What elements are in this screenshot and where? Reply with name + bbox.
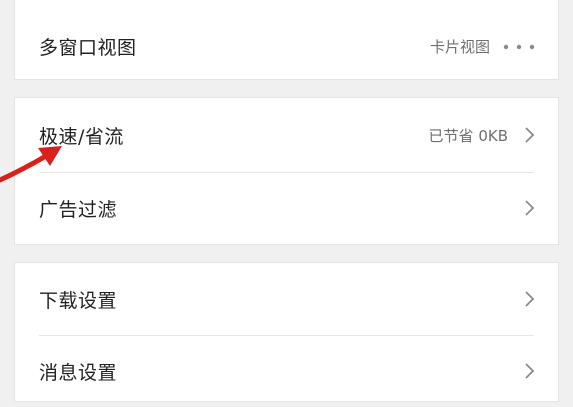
download-settings-label: 下载设置 [39, 289, 118, 312]
chevron-right-icon [525, 363, 535, 379]
multi-window-view-row[interactable]: 多窗口视图 卡片视图 [15, 0, 558, 81]
settings-group-system: 下载设置 消息设置 [14, 262, 559, 402]
message-settings-row[interactable]: 消息设置 [15, 335, 558, 407]
chevron-right-icon [525, 291, 535, 307]
chevron-right-icon [525, 200, 535, 216]
download-settings-row[interactable]: 下载设置 [15, 263, 558, 335]
settings-group-view: 多窗口视图 卡片视图 [14, 0, 559, 80]
data-saved-value: 已节省 0KB [428, 126, 508, 145]
speed-saver-label: 极速/省流 [39, 125, 124, 148]
message-settings-label: 消息设置 [39, 361, 118, 384]
speed-saver-row[interactable]: 极速/省流 已节省 0KB [15, 98, 558, 172]
multi-window-view-value: 卡片视图 [429, 38, 490, 56]
chevron-right-icon [525, 127, 535, 143]
more-dots-icon[interactable] [502, 43, 536, 51]
ad-filter-label: 广告过滤 [39, 198, 118, 221]
settings-group-browsing: 极速/省流 已节省 0KB 广告过滤 [14, 97, 559, 245]
multi-window-view-label: 多窗口视图 [39, 37, 137, 59]
ad-filter-row[interactable]: 广告过滤 [15, 172, 558, 244]
